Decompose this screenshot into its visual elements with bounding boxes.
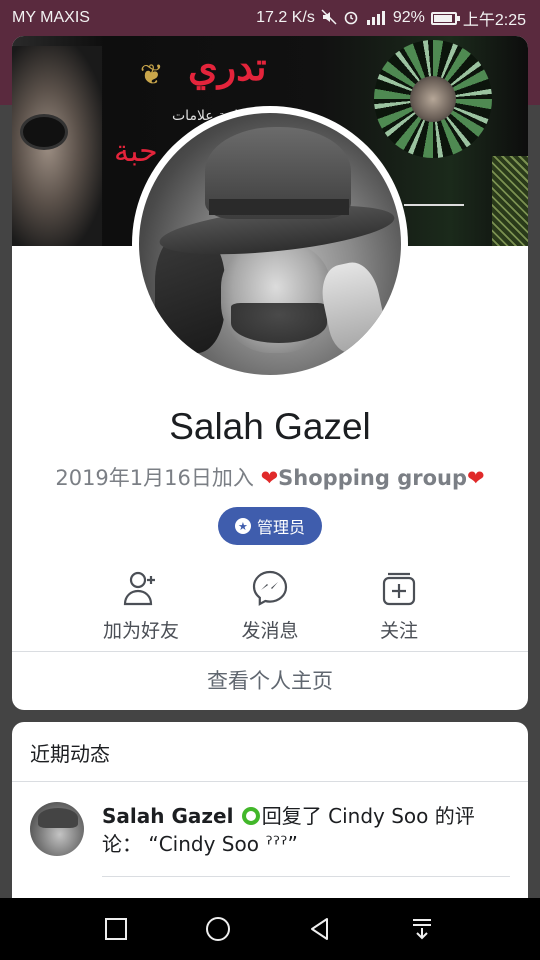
avatar-hat-band bbox=[209, 199, 349, 215]
recent-activity-title: 近期动态 bbox=[30, 742, 110, 766]
alarm-icon bbox=[343, 9, 359, 28]
divider bbox=[12, 781, 528, 782]
activity-author: Salah Gazel bbox=[102, 804, 234, 828]
recent-activity-card: 近期动态 Salah Gazel 回复了 Cindy Soo 的评论： “Cin… bbox=[12, 722, 528, 912]
signal-icon bbox=[365, 9, 387, 28]
battery-percent: 92% bbox=[392, 9, 425, 26]
battery-icon bbox=[430, 11, 460, 25]
avatar-photo bbox=[139, 113, 401, 375]
message-button[interactable]: 发消息 bbox=[210, 566, 330, 643]
cover-art-face bbox=[410, 76, 456, 122]
avatar-hand bbox=[316, 258, 390, 356]
cover-art-calligraphy-2: حبة bbox=[114, 134, 158, 169]
join-date: 2019年1月16日加入 bbox=[55, 466, 254, 490]
profile-card: ❦ تدري وش الراحة علامات حبة Salah Gazel … bbox=[12, 36, 528, 710]
network-speed: 17.2 K/s bbox=[256, 9, 315, 26]
message-label: 发消息 bbox=[241, 620, 299, 642]
follow-label: 关注 bbox=[379, 620, 418, 642]
admin-badge: ★ 管理员 bbox=[218, 507, 322, 545]
action-row: 加为好友 发消息 关注 bbox=[12, 566, 528, 644]
profile-avatar[interactable] bbox=[132, 106, 408, 382]
group-name: Shopping group bbox=[278, 466, 468, 490]
carrier-label: MY MAXIS bbox=[12, 9, 90, 26]
mute-icon bbox=[321, 8, 337, 28]
status-bar: MY MAXIS 17.2 K/s 92% 上午2:25 bbox=[0, 0, 540, 36]
avatar-hat bbox=[38, 808, 78, 828]
add-friend-button[interactable]: 加为好友 bbox=[81, 566, 201, 643]
cover-art-leaf: ❦ bbox=[140, 58, 164, 91]
admin-badge-label: 管理员 bbox=[256, 518, 305, 537]
activity-avatar[interactable] bbox=[30, 802, 84, 856]
moderator-icon bbox=[241, 807, 260, 825]
heart-icon: ❤ bbox=[467, 466, 485, 490]
join-info: 2019年1月16日加入 ❤Shopping group❤ bbox=[12, 462, 528, 492]
admin-star-icon: ★ bbox=[234, 518, 251, 534]
recents-button[interactable] bbox=[101, 914, 131, 944]
navigation-bar bbox=[0, 898, 540, 960]
divider bbox=[102, 876, 510, 877]
view-profile-button[interactable]: 查看个人主页 bbox=[12, 652, 528, 710]
follow-button[interactable]: 关注 bbox=[339, 566, 459, 643]
add-friend-label: 加为好友 bbox=[102, 620, 179, 642]
back-button[interactable] bbox=[305, 914, 335, 944]
cover-art-signature bbox=[404, 204, 464, 206]
notification-shade-button[interactable] bbox=[407, 914, 437, 944]
profile-name: Salah Gazel bbox=[169, 406, 371, 447]
heart-icon: ❤ bbox=[260, 466, 279, 490]
clock: 上午2:25 bbox=[462, 12, 526, 29]
messenger-icon bbox=[210, 566, 330, 610]
avatar-beard bbox=[231, 303, 327, 343]
add-friend-icon bbox=[81, 566, 201, 610]
activity-item[interactable]: Salah Gazel 回复了 Cindy Soo 的评论： “Cindy So… bbox=[102, 802, 498, 858]
home-button[interactable] bbox=[203, 914, 233, 944]
follow-icon bbox=[339, 566, 459, 610]
cover-art-glasses bbox=[20, 114, 68, 150]
cover-art-pattern bbox=[492, 156, 528, 246]
cover-art-calligraphy: تدري bbox=[188, 44, 267, 89]
